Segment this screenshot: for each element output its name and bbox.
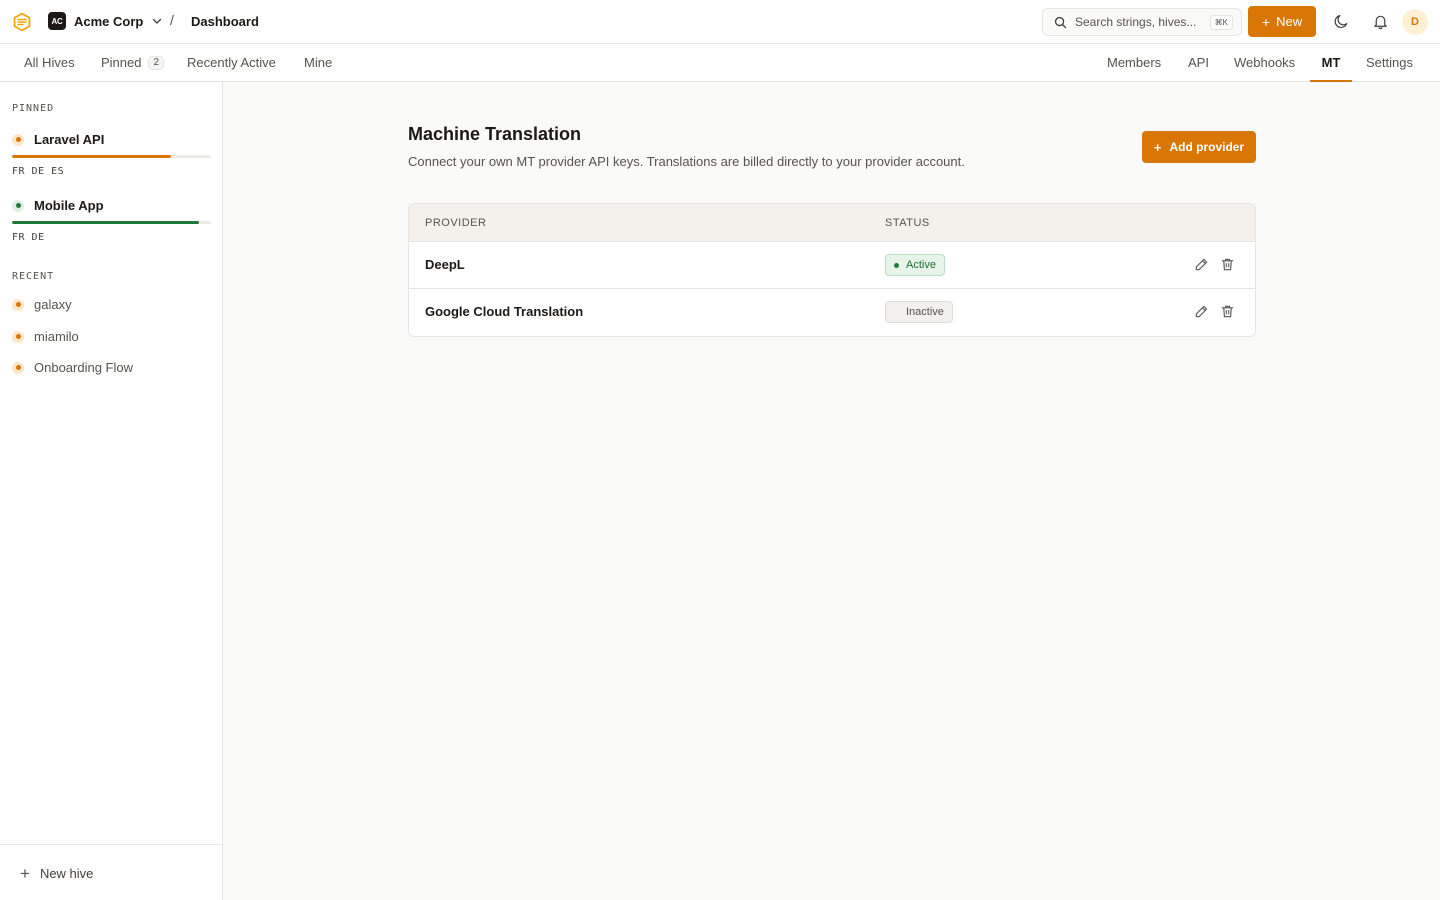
new-button[interactable]: + New [1248, 6, 1316, 37]
status-label: Inactive [906, 306, 944, 318]
hive-status-dot-icon [12, 133, 24, 146]
tab-label: Webhooks [1234, 55, 1296, 70]
top-bar: AC Acme Corp / Dashboard Search strings,… [0, 0, 1440, 44]
tab-members[interactable]: Members [1107, 44, 1161, 81]
trash-icon[interactable] [1220, 304, 1235, 319]
app-logo-icon[interactable] [12, 12, 32, 32]
tab-label: Members [1107, 55, 1162, 70]
plus-icon: + [20, 864, 30, 883]
tab-label: MT [1321, 55, 1341, 70]
sidebar-item-onboarding-flow[interactable]: Onboarding Flow [12, 360, 133, 375]
status-badge: Active [885, 254, 945, 276]
trash-icon[interactable] [1220, 257, 1235, 272]
recent-section-label: RECENT [12, 271, 55, 282]
breadcrumb-separator: / [170, 12, 174, 28]
tab-label: Mine [304, 55, 333, 70]
search-input[interactable]: Search strings, hives... ⌘K [1042, 8, 1242, 36]
column-header-provider: PROVIDER [425, 217, 487, 229]
org-switcher[interactable]: AC Acme Corp [48, 12, 163, 30]
add-provider-button[interactable]: + Add provider [1142, 131, 1256, 163]
tab-mine[interactable]: Mine [304, 44, 332, 81]
edit-icon[interactable] [1194, 257, 1209, 272]
table-header: PROVIDER STATUS [409, 204, 1255, 242]
hive-languages: FR DE ES [12, 166, 65, 177]
pinned-section-label: PINNED [12, 103, 55, 114]
hive-status-dot-icon [12, 298, 24, 311]
avatar[interactable]: D [1402, 9, 1428, 35]
hive-progress-fill [12, 221, 200, 224]
sidebar-footer: + New hive [0, 844, 222, 900]
hive-name: galaxy [34, 297, 72, 312]
nav-tabs: All Hives Pinned 2 Recently Active Mine M… [0, 44, 1440, 82]
hive-status-dot-icon [12, 199, 24, 212]
status-label: Active [906, 259, 936, 271]
tab-label: All Hives [24, 55, 75, 70]
status-dot-icon [894, 262, 899, 268]
hive-name: Laravel API [34, 132, 105, 147]
tab-recently-active[interactable]: Recently Active [187, 44, 276, 81]
provider-name: Google Cloud Translation [425, 304, 584, 319]
tab-mt[interactable]: MT [1310, 44, 1352, 82]
tab-all-hives[interactable]: All Hives [24, 44, 75, 81]
tab-pinned[interactable]: Pinned 2 [101, 44, 165, 81]
edit-icon[interactable] [1194, 304, 1209, 319]
new-hive-button[interactable]: + New hive [20, 865, 93, 882]
hive-name: Mobile App [34, 198, 104, 213]
page-title: Machine Translation [408, 124, 582, 144]
search-placeholder: Search strings, hives... [1075, 15, 1197, 29]
pinned-count-badge: 2 [148, 55, 165, 70]
hive-name: Onboarding Flow [34, 360, 133, 375]
search-shortcut: ⌘K [1209, 14, 1233, 30]
tab-label: Pinned [101, 55, 142, 70]
bell-icon[interactable] [1372, 13, 1389, 30]
sidebar: PINNED Laravel API FR DE ES Mobile App F… [0, 82, 223, 900]
new-hive-label: New hive [39, 866, 94, 881]
status-badge: Inactive [885, 301, 953, 323]
moon-icon[interactable] [1333, 13, 1350, 30]
hive-status-dot-icon [12, 361, 24, 374]
chevron-down-icon [153, 18, 162, 24]
status-dot-icon [894, 310, 899, 315]
tab-label: Settings [1366, 55, 1413, 70]
org-badge: AC [48, 12, 66, 30]
plus-icon: + [1153, 139, 1162, 155]
hive-name: miamilo [34, 329, 79, 344]
hive-progress-bar [12, 155, 211, 158]
add-provider-label: Add provider [1169, 140, 1245, 154]
sidebar-item-laravel-api[interactable]: Laravel API [12, 132, 104, 147]
tab-label: Recently Active [187, 55, 276, 70]
table-row: DeepL Active [409, 242, 1255, 289]
table-row: Google Cloud Translation Inactive [409, 289, 1255, 336]
hive-progress-bar [12, 221, 211, 224]
org-name: Acme Corp [74, 13, 144, 29]
sidebar-item-mobile-app[interactable]: Mobile App [12, 198, 104, 213]
providers-table: PROVIDER STATUS DeepL Active Google Clou… [408, 203, 1256, 337]
plus-icon: + [1261, 13, 1271, 30]
tab-label: API [1188, 55, 1209, 70]
new-button-label: New [1276, 14, 1303, 29]
sidebar-item-galaxy[interactable]: galaxy [12, 297, 72, 312]
hive-progress-fill [12, 155, 172, 158]
tab-settings[interactable]: Settings [1366, 44, 1413, 81]
breadcrumb[interactable]: Dashboard [191, 14, 259, 29]
search-icon [1054, 16, 1067, 28]
tab-webhooks[interactable]: Webhooks [1234, 44, 1295, 81]
column-header-status: STATUS [885, 217, 930, 229]
hive-languages: FR DE [12, 232, 45, 243]
provider-name: DeepL [425, 257, 465, 272]
sidebar-item-miamilo[interactable]: miamilo [12, 329, 79, 344]
hive-status-dot-icon [12, 330, 24, 343]
tab-api[interactable]: API [1188, 44, 1209, 81]
page-description: Connect your own MT provider API keys. T… [408, 154, 965, 169]
